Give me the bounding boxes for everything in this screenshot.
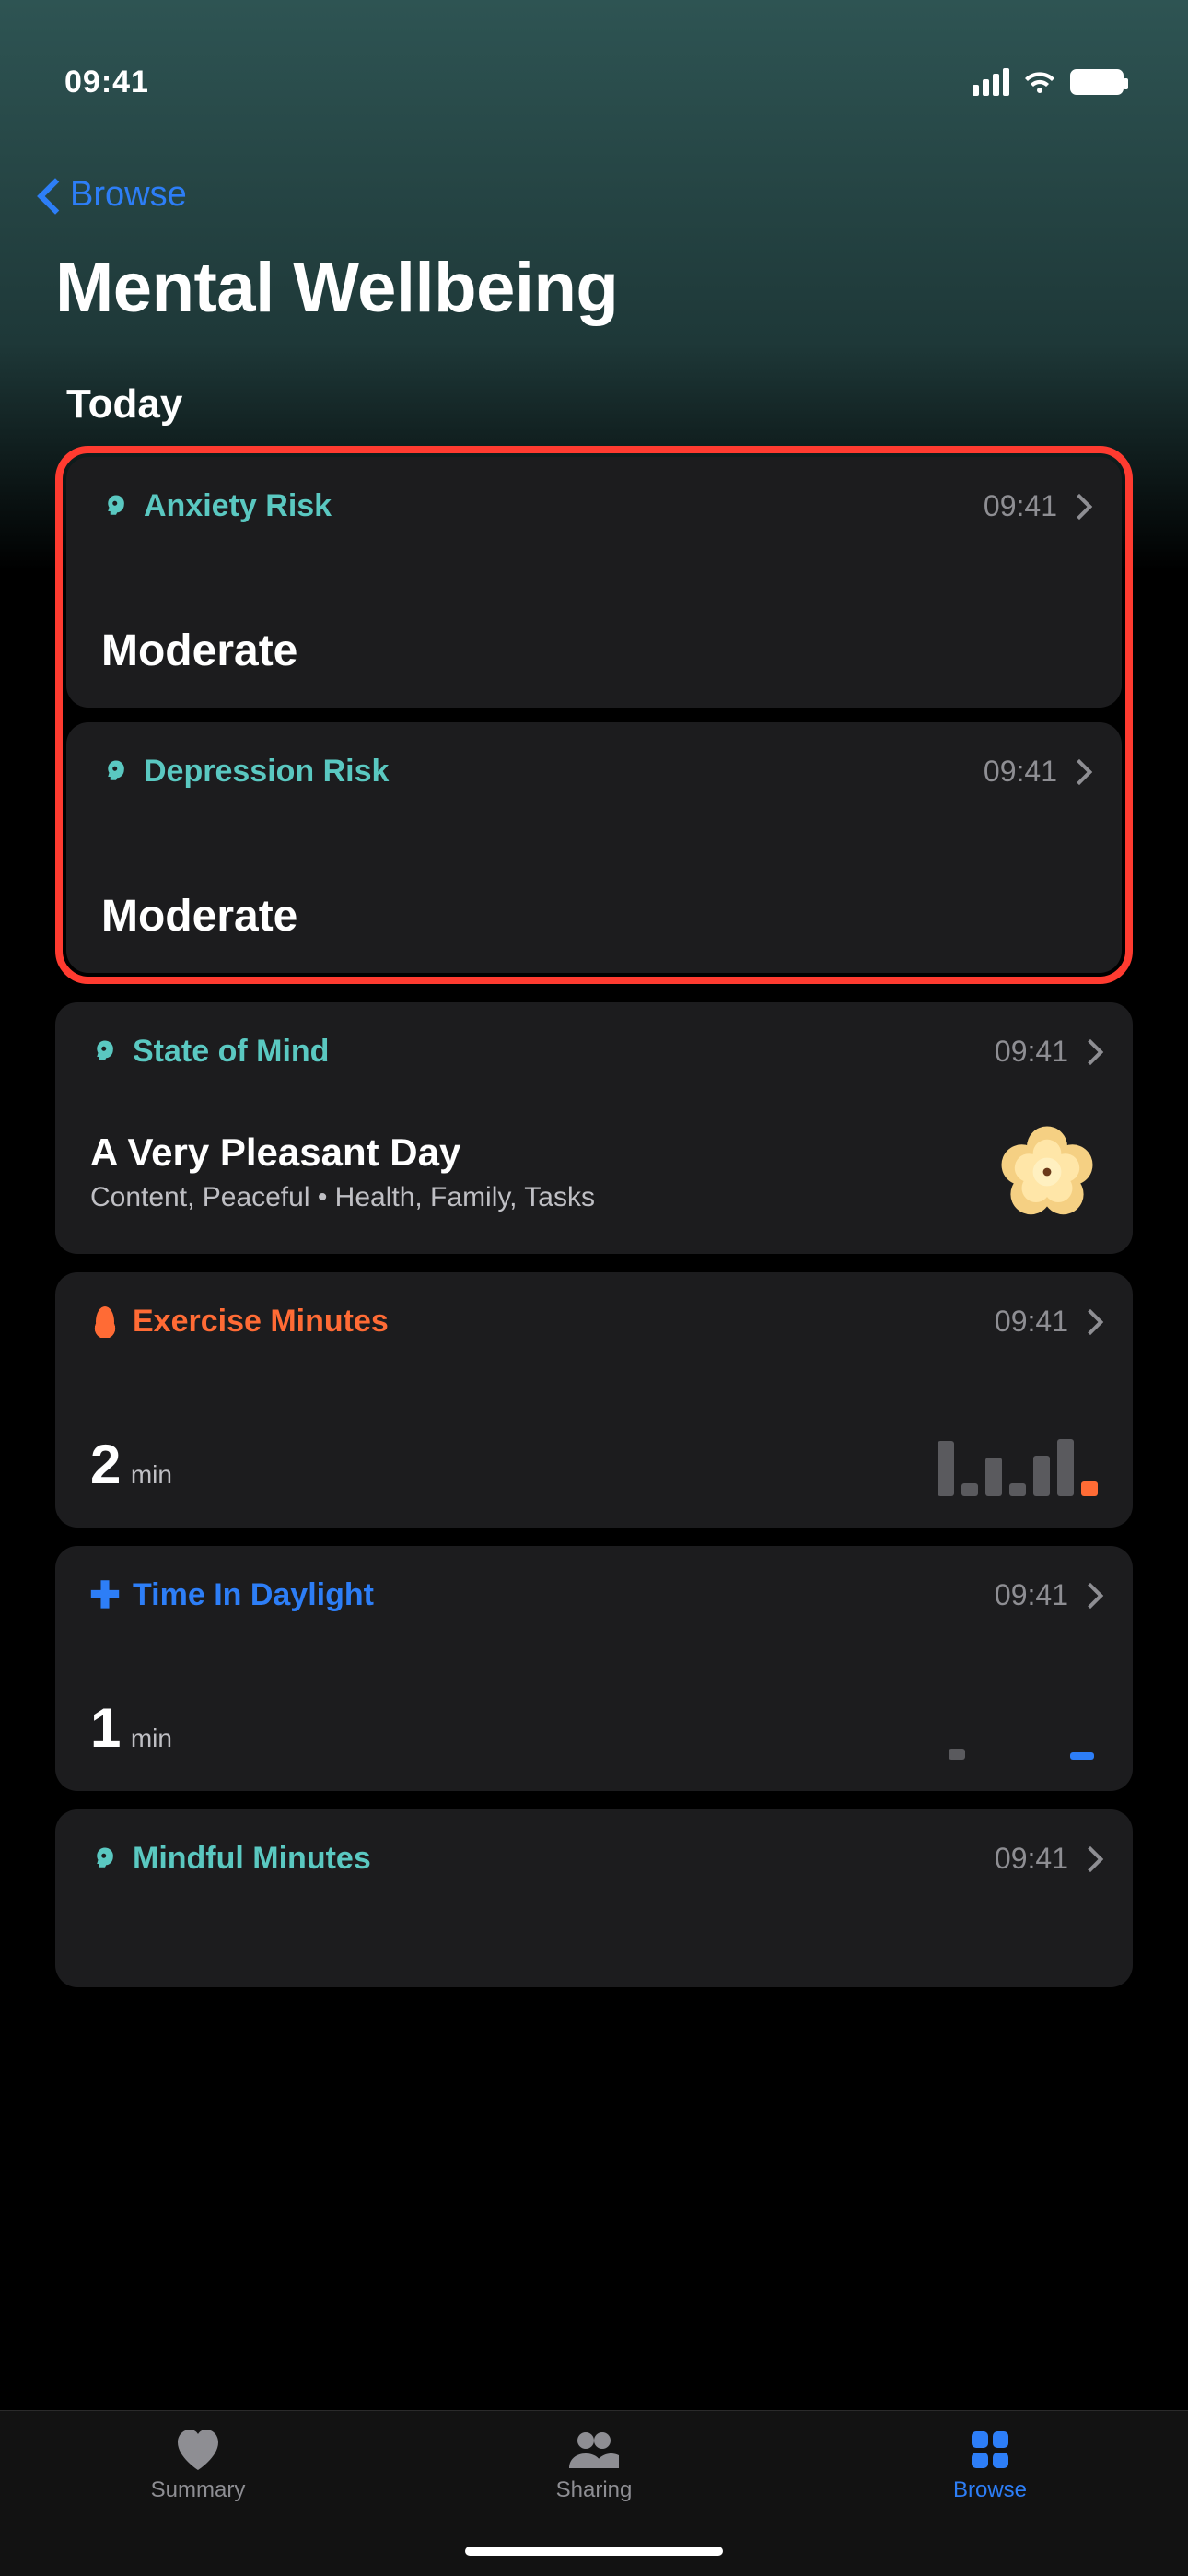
- grid-icon: [965, 2430, 1015, 2470]
- card-value: Moderate: [101, 626, 1087, 676]
- back-label: Browse: [70, 175, 187, 215]
- chevron-right-icon: [1070, 759, 1087, 785]
- chevron-right-icon: [1070, 494, 1087, 520]
- card-depression-risk[interactable]: Depression Risk 09:41 Moderate: [66, 722, 1122, 973]
- heart-icon: [173, 2430, 223, 2470]
- card-title: Anxiety Risk: [144, 488, 332, 524]
- status-bar: 09:41: [0, 0, 1188, 120]
- exercise-value: 2: [90, 1434, 121, 1495]
- people-icon: [569, 2430, 619, 2470]
- card-time: 09:41: [984, 755, 1057, 789]
- state-headline: A Very Pleasant Day: [90, 1130, 595, 1175]
- flower-mood-icon: [996, 1121, 1098, 1223]
- plus-icon: ✚: [90, 1581, 120, 1610]
- mental-health-icon: [101, 757, 131, 787]
- card-value: Moderate: [101, 891, 1087, 942]
- card-title: Time In Daylight: [133, 1577, 374, 1613]
- card-time: 09:41: [995, 1305, 1068, 1339]
- back-button[interactable]: Browse: [0, 120, 1188, 215]
- chevron-right-icon: [1081, 1039, 1098, 1065]
- tab-label: Summary: [151, 2477, 246, 2503]
- mental-health-icon: [90, 1844, 120, 1874]
- tab-sharing[interactable]: Sharing: [398, 2430, 790, 2503]
- exercise-bar-chart: [938, 1423, 1098, 1496]
- card-anxiety-risk[interactable]: Anxiety Risk 09:41 Moderate: [66, 457, 1122, 708]
- card-time: 09:41: [984, 489, 1057, 523]
- chevron-left-icon: [37, 176, 63, 215]
- exercise-unit: min: [131, 1460, 172, 1489]
- card-title: Mindful Minutes: [133, 1841, 371, 1877]
- card-time: 09:41: [995, 1578, 1068, 1612]
- tab-browse[interactable]: Browse: [794, 2430, 1186, 2503]
- card-time: 09:41: [995, 1842, 1068, 1876]
- daylight-bar-chart: [949, 1749, 1098, 1760]
- flame-icon: [90, 1307, 120, 1337]
- tab-label: Sharing: [556, 2477, 633, 2503]
- page-title: Mental Wellbeing: [0, 215, 1188, 328]
- card-title: State of Mind: [133, 1034, 329, 1070]
- mental-health-icon: [90, 1037, 120, 1067]
- status-time: 09:41: [64, 64, 149, 100]
- card-title: Exercise Minutes: [133, 1304, 389, 1340]
- mental-health-icon: [101, 492, 131, 521]
- daylight-value: 1: [90, 1697, 121, 1759]
- wifi-icon: [1022, 69, 1057, 95]
- status-indicators: [973, 68, 1124, 96]
- highlighted-cards-group: Anxiety Risk 09:41 Moderate Depressio: [55, 446, 1133, 984]
- section-today-label: Today: [0, 328, 1188, 446]
- tab-summary[interactable]: Summary: [2, 2430, 394, 2503]
- home-indicator[interactable]: [465, 2547, 723, 2556]
- chevron-right-icon: [1081, 1583, 1098, 1609]
- card-time: 09:41: [995, 1035, 1068, 1069]
- battery-icon: [1070, 69, 1124, 95]
- card-mindful-minutes[interactable]: Mindful Minutes 09:41: [55, 1809, 1133, 1987]
- card-exercise-minutes[interactable]: Exercise Minutes 09:41 2 min: [55, 1272, 1133, 1528]
- state-subtext: Content, Peaceful • Health, Family, Task…: [90, 1182, 595, 1213]
- chevron-right-icon: [1081, 1846, 1098, 1872]
- card-title: Depression Risk: [144, 754, 389, 790]
- tab-label: Browse: [953, 2477, 1027, 2503]
- cellular-signal-icon: [973, 68, 1009, 96]
- daylight-unit: min: [131, 1724, 172, 1752]
- card-time-in-daylight[interactable]: ✚ Time In Daylight 09:41 1 min: [55, 1546, 1133, 1791]
- card-state-of-mind[interactable]: State of Mind 09:41 A Very Pleasant Day …: [55, 1002, 1133, 1254]
- chevron-right-icon: [1081, 1309, 1098, 1335]
